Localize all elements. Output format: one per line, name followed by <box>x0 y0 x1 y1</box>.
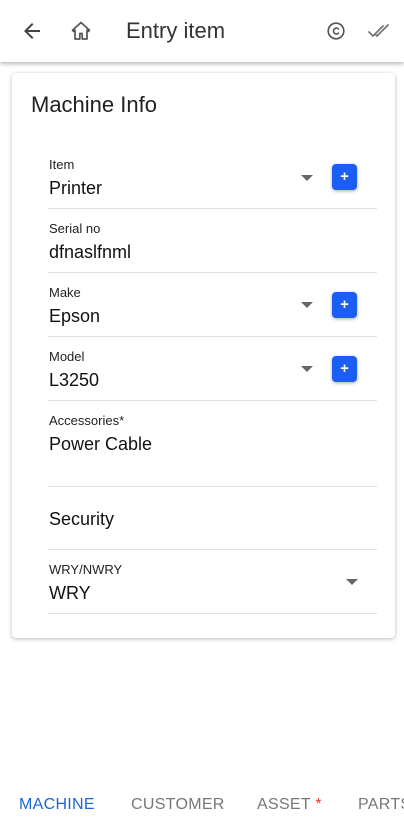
copyright-icon[interactable] <box>318 13 354 49</box>
model-label: Model <box>49 349 85 364</box>
item-dropdown-caret-icon[interactable] <box>301 175 313 181</box>
home-icon[interactable] <box>63 13 99 49</box>
back-arrow-icon[interactable] <box>14 13 50 49</box>
make-label: Make <box>49 285 81 300</box>
tab-parts[interactable]: PARTS <box>358 795 404 815</box>
serial-no-label: Serial no <box>49 221 101 236</box>
model-value: L3250 <box>49 370 100 390</box>
machine-info-card: Machine Info Item Printer + Serial no df… <box>12 73 395 638</box>
item-label: Item <box>49 157 75 172</box>
card-title: Machine Info <box>31 92 157 117</box>
accessories-field[interactable]: Accessories* Power Cable <box>48 401 377 487</box>
serial-no-value: dfnaslfnml <box>49 242 132 262</box>
item-value: Printer <box>49 178 103 198</box>
model-dropdown-caret-icon[interactable] <box>301 366 313 372</box>
tab-asset-label: ASSET <box>257 796 311 813</box>
serial-no-field[interactable]: Serial no dfnaslfnml <box>48 209 377 273</box>
add-item-button[interactable]: + <box>332 164 357 190</box>
page-title: Entry item <box>126 18 226 43</box>
double-check-icon[interactable] <box>361 13 397 49</box>
tab-customer[interactable]: CUSTOMER <box>131 795 225 815</box>
tab-machine[interactable]: MACHINE <box>19 795 95 815</box>
wry-nwry-value: WRY <box>49 583 91 603</box>
app-screen: Entry item Machine Info Item Printer + S… <box>0 0 404 829</box>
add-make-button[interactable]: + <box>332 292 357 318</box>
model-field[interactable]: Model L3250 + <box>48 337 377 401</box>
bottom-tab-bar: MACHINE CUSTOMER ASSET * PARTS <box>0 782 404 829</box>
wry-dropdown-caret-icon[interactable] <box>346 579 358 585</box>
wry-nwry-field[interactable]: WRY/NWRY WRY <box>48 550 377 614</box>
accessories-value: Power Cable <box>49 434 153 454</box>
make-field[interactable]: Make Epson + <box>48 273 377 337</box>
required-asterisk: * <box>315 796 322 813</box>
item-field[interactable]: Item Printer + <box>48 151 377 209</box>
tab-asset[interactable]: ASSET * <box>257 795 322 815</box>
make-value: Epson <box>49 306 101 326</box>
add-model-button[interactable]: + <box>332 356 357 382</box>
accessories-label: Accessories* <box>49 413 125 428</box>
security-value: Security <box>49 509 115 529</box>
top-app-bar: Entry item <box>0 0 404 62</box>
wry-nwry-label: WRY/NWRY <box>49 562 123 577</box>
make-dropdown-caret-icon[interactable] <box>301 302 313 308</box>
security-field[interactable]: Security <box>48 487 377 550</box>
